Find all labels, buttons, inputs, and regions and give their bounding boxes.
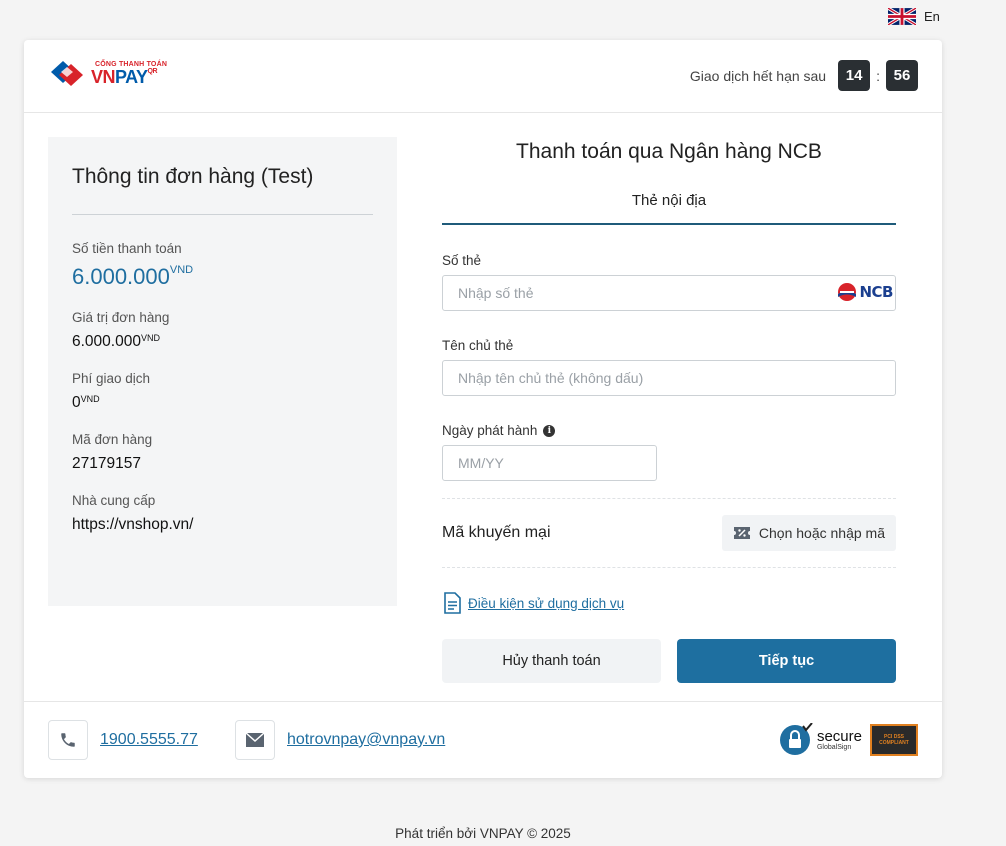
order-id-label: Mã đơn hàng	[72, 432, 153, 447]
order-info-title: Thông tin đơn hàng (Test)	[72, 161, 373, 215]
order-id-value: 27179157	[72, 455, 141, 472]
ncb-logo-icon	[837, 283, 856, 301]
ncb-logo-text: NCB	[859, 283, 894, 301]
phone-icon	[61, 733, 75, 747]
currency-label: VND	[80, 394, 100, 404]
provider-value: https://vnshop.vn/	[72, 516, 194, 533]
mail-icon-box	[235, 720, 275, 760]
mail-icon	[245, 732, 265, 747]
pci-dss-badge: PCI DSS COMPLIANT	[870, 724, 918, 756]
page-footer: Phát triển bởi VNPAY © 2025	[395, 826, 571, 841]
card-header: CỔNG THANH TOÁN VNPAYQR Giao dịch hết hạ…	[24, 40, 942, 113]
issue-date-label: Ngày phát hành	[442, 423, 538, 438]
phone-contact: 1900.5555.77	[48, 720, 198, 760]
vnpay-logo-icon	[51, 61, 83, 86]
order-id-item: Mã đơn hàng 27179157	[72, 432, 373, 473]
action-buttons: Hủy thanh toán Tiếp tục	[442, 639, 896, 683]
phone-icon-box	[48, 720, 88, 760]
cancel-button[interactable]: Hủy thanh toán	[442, 639, 661, 683]
holder-label: Tên chủ thẻ	[442, 338, 514, 353]
card-number-input[interactable]: Nhập số thẻ NCB	[442, 275, 896, 311]
issue-date-input[interactable]: MM/YY	[442, 445, 657, 481]
document-icon	[444, 592, 461, 614]
holder-placeholder: Nhập tên chủ thẻ (không dấu)	[458, 370, 644, 386]
logo-pay: PAY	[115, 66, 148, 87]
promo-label: Mã khuyến mại	[442, 524, 551, 541]
order-value: 6.000.000	[72, 333, 141, 350]
promo-section: Mã khuyến mại Chọn hoặc nhập mã	[442, 498, 896, 568]
provider-item: Nhà cung cấp https://vnshop.vn/	[72, 493, 373, 534]
globalsign-badge: secure GlobalSign	[779, 723, 862, 757]
fee-item: Phí giao dịch 0VND	[72, 371, 373, 412]
amount-label: Số tiền thanh toán	[72, 241, 182, 256]
continue-button[interactable]: Tiếp tục	[677, 639, 896, 683]
phone-link[interactable]: 1900.5555.77	[100, 731, 198, 749]
ticket-icon	[733, 527, 750, 539]
lock-icon	[779, 723, 813, 755]
logo-vn: VN	[91, 66, 116, 87]
uk-flag-icon	[888, 8, 916, 25]
currency-label: VND	[140, 333, 160, 343]
info-icon[interactable]: i	[543, 424, 556, 437]
email-link[interactable]: hotrovnpay@vnpay.vn	[287, 731, 445, 749]
holder-name-input[interactable]: Nhập tên chủ thẻ (không dấu)	[442, 360, 896, 396]
vnpay-logo: CỔNG THANH TOÁN VNPAYQR	[47, 58, 167, 88]
fee-label: Phí giao dịch	[72, 371, 151, 386]
order-info-panel: Thông tin đơn hàng (Test) Số tiền thanh …	[48, 137, 397, 606]
language-switcher[interactable]: En	[888, 8, 940, 25]
payment-form-panel: Thanh toán qua Ngân hàng NCB Thẻ nội địa…	[442, 137, 896, 683]
secure-sub: GlobalSign	[816, 744, 852, 751]
email-contact: hotrovnpay@vnpay.vn	[235, 720, 445, 760]
terms-row: Điều kiện sử dụng dịch vụ	[442, 592, 896, 614]
promo-button-label: Chọn hoặc nhập mã	[758, 525, 885, 541]
expiry-timer: Giao dịch hết hạn sau 14 : 56	[690, 60, 918, 91]
terms-link[interactable]: Điều kiện sử dụng dịch vụ	[468, 596, 624, 611]
language-label: En	[924, 9, 940, 24]
provider-label: Nhà cung cấp	[72, 493, 156, 508]
security-badges: secure GlobalSign PCI DSS COMPLIANT	[779, 723, 918, 757]
timer-seconds: 56	[886, 60, 918, 91]
issue-date-placeholder: MM/YY	[458, 455, 504, 471]
card-footer: 1900.5555.77 hotrovnpay@vnpay.vn secure …	[24, 701, 942, 778]
order-value-label: Giá trị đơn hàng	[72, 310, 170, 325]
card-number-placeholder: Nhập số thẻ	[458, 285, 534, 301]
fee-value: 0	[72, 394, 81, 411]
promo-button[interactable]: Chọn hoặc nhập mã	[721, 515, 896, 551]
ncb-logo: NCB	[837, 282, 894, 302]
secure-label: secure	[816, 728, 862, 745]
amount-item: Số tiền thanh toán 6.000.000VND	[72, 241, 373, 290]
timer-minutes: 14	[838, 60, 871, 91]
amount-value: 6.000.000	[72, 264, 170, 289]
logo-qr: QR	[147, 67, 158, 75]
timer-colon: :	[876, 67, 880, 84]
currency-label: VND	[169, 264, 194, 276]
payment-title: Thanh toán qua Ngân hàng NCB	[516, 140, 822, 163]
issue-date-label-row: Ngày phát hành i	[442, 423, 896, 438]
payment-card: CỔNG THANH TOÁN VNPAYQR Giao dịch hết hạ…	[24, 40, 942, 778]
timer-label: Giao dịch hết hạn sau	[689, 67, 827, 84]
card-number-label: Số thẻ	[442, 253, 482, 268]
tab-domestic-card[interactable]: Thẻ nội địa	[442, 192, 896, 225]
order-value-item: Giá trị đơn hàng 6.000.000VND	[72, 310, 373, 351]
